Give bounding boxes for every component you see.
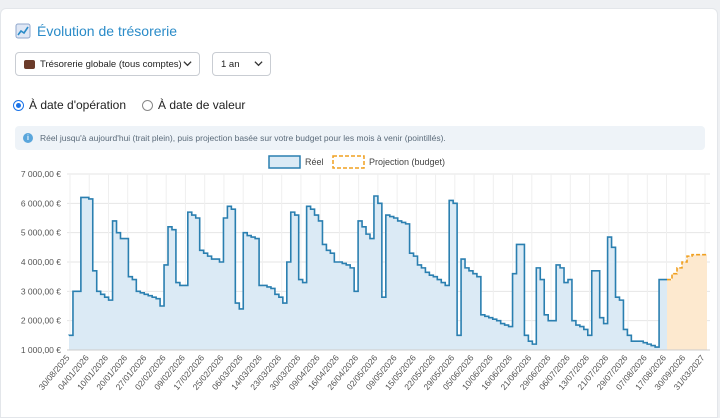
y-tick-label: 3 000,00 € <box>21 286 61 296</box>
account-select[interactable]: Trésorerie globale (tous comptes) <box>15 52 200 76</box>
series-real-area <box>69 196 667 350</box>
chevron-down-icon <box>254 61 263 67</box>
y-tick-label: 4 000,00 € <box>21 257 61 267</box>
account-select-value: Trésorerie globale (tous comptes) <box>40 58 182 70</box>
radio-label: À date d'opération <box>29 98 127 112</box>
info-text: Réel jusqu'à aujourd'hui (trait plein), … <box>40 133 446 143</box>
chevron-down-icon <box>183 61 192 67</box>
legend-swatch-real <box>268 155 301 169</box>
chart-line-icon <box>15 23 31 39</box>
radio-operation-date[interactable]: À date d'opération <box>13 98 126 112</box>
period-select[interactable]: 1 an <box>212 52 271 76</box>
radio-button[interactable] <box>142 99 154 111</box>
info-icon: i <box>23 133 33 143</box>
card-title: Évolution de trésorerie <box>15 23 177 39</box>
date-mode-group: À date d'opération À date de valeur <box>13 98 245 112</box>
series-projection-area <box>667 254 707 350</box>
info-banner: i Réel jusqu'à aujourd'hui (trait plein)… <box>15 126 705 150</box>
legend-swatch-projection <box>332 155 365 169</box>
legend-label-projection: Projection (budget) <box>369 157 445 167</box>
radio-label: À date de valeur <box>158 98 246 112</box>
y-tick-label: 7 000,00 € <box>21 169 61 179</box>
radio-button-checked[interactable] <box>13 99 24 111</box>
y-tick-label: 6 000,00 € <box>21 198 61 208</box>
treasury-chart: Réel Projection (budget) 1 000,00 € 2 000,0… <box>21 155 710 392</box>
briefcase-icon <box>24 59 35 69</box>
y-tick-label: 2 000,00 € <box>21 316 61 326</box>
period-select-value: 1 an <box>221 58 240 70</box>
legend-label-real: Réel <box>305 157 324 167</box>
y-tick-label: 1 000,00 € <box>21 345 61 355</box>
y-tick-label: 5 000,00 € <box>21 228 61 238</box>
page-title: Évolution de trésorerie <box>37 23 178 39</box>
radio-value-date[interactable]: À date de valeur <box>142 98 245 112</box>
